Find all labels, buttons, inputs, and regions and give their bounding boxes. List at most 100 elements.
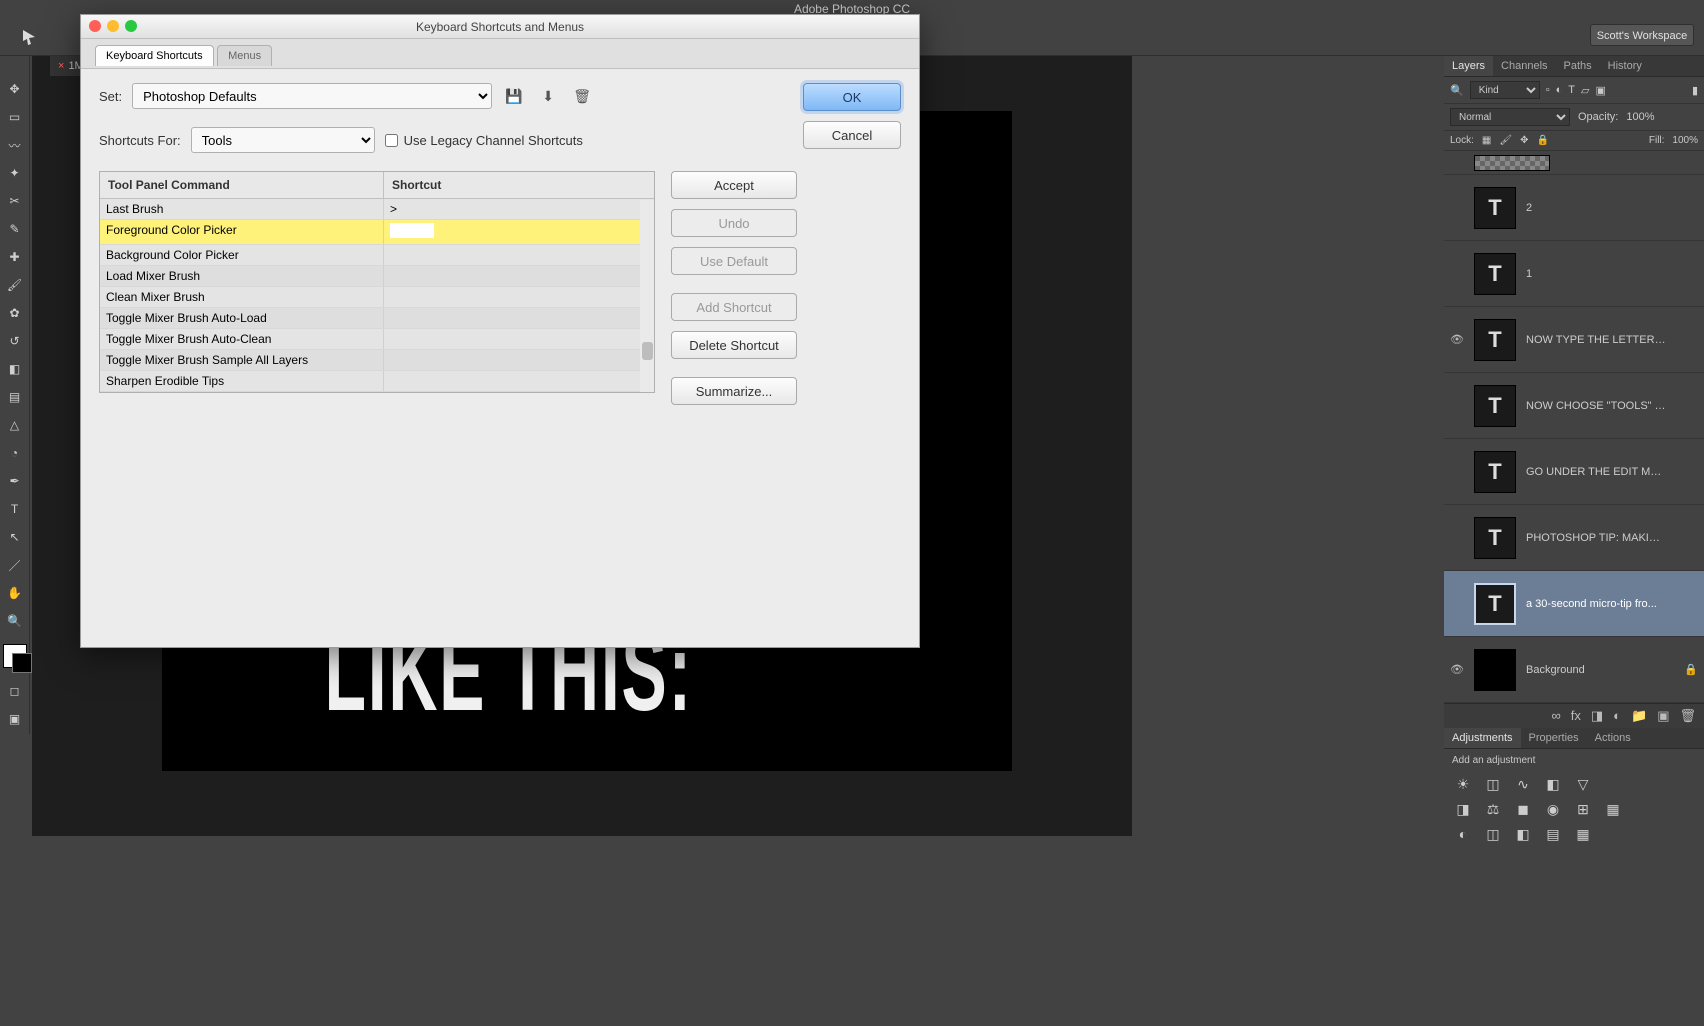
- screenmode-icon[interactable]: ▣: [2, 706, 28, 732]
- delete-shortcut-button[interactable]: Delete Shortcut: [671, 331, 797, 359]
- cancel-button[interactable]: Cancel: [803, 121, 901, 149]
- dodge-tool-icon[interactable]: ◔: [2, 440, 28, 466]
- layer-row[interactable]: 👁Background🔒: [1444, 637, 1704, 703]
- layer-thumbnail[interactable]: T: [1474, 451, 1516, 493]
- tab-channels[interactable]: Channels: [1493, 56, 1555, 76]
- shortcut-cell[interactable]: [384, 308, 640, 328]
- layer-mask-icon[interactable]: ◨: [1591, 708, 1603, 724]
- vibrance-icon[interactable]: ▽: [1574, 776, 1592, 793]
- move-tool-icon[interactable]: ✥: [2, 76, 28, 102]
- color-balance-icon[interactable]: ⚖: [1484, 801, 1502, 818]
- foreground-background-colors[interactable]: [3, 644, 27, 668]
- posterize-icon[interactable]: ◫: [1484, 826, 1502, 843]
- eraser-tool-icon[interactable]: ◧: [2, 356, 28, 382]
- tab-paths[interactable]: Paths: [1556, 56, 1600, 76]
- visibility-toggle-icon[interactable]: [1450, 465, 1464, 479]
- curves-icon[interactable]: ∿: [1514, 776, 1532, 793]
- healing-tool-icon[interactable]: ✚: [2, 244, 28, 270]
- tab-adjustments[interactable]: Adjustments: [1444, 728, 1521, 748]
- brush-tool-icon[interactable]: 🖌: [2, 272, 28, 298]
- visibility-toggle-icon[interactable]: [1450, 399, 1464, 413]
- lock-transparent-icon[interactable]: ▦: [1482, 135, 1491, 146]
- legacy-checkbox[interactable]: Use Legacy Channel Shortcuts: [385, 133, 583, 148]
- zoom-icon[interactable]: [125, 20, 137, 32]
- use-default-button[interactable]: Use Default: [671, 247, 797, 275]
- blur-tool-icon[interactable]: △: [2, 412, 28, 438]
- crop-tool-icon[interactable]: ✂: [2, 188, 28, 214]
- link-layers-icon[interactable]: ∞: [1551, 708, 1560, 724]
- filter-pixel-icon[interactable]: ▫: [1546, 84, 1550, 96]
- channel-mixer-icon[interactable]: ⊞: [1574, 801, 1592, 818]
- shortcut-cell[interactable]: [384, 371, 640, 391]
- tab-keyboard-shortcuts[interactable]: Keyboard Shortcuts: [95, 45, 214, 66]
- photo-filter-icon[interactable]: ◉: [1544, 801, 1562, 818]
- lasso-tool-icon[interactable]: 〰: [2, 132, 28, 158]
- column-command[interactable]: Tool Panel Command: [100, 172, 384, 198]
- eyedropper-tool-icon[interactable]: ✎: [2, 216, 28, 242]
- hue-icon[interactable]: ◨: [1454, 801, 1472, 818]
- tab-history[interactable]: History: [1600, 56, 1650, 76]
- grid-scroll-thumb[interactable]: [642, 342, 653, 360]
- adjustment-layer-icon[interactable]: ◐: [1613, 708, 1621, 724]
- filter-type-icon[interactable]: T: [1568, 84, 1575, 96]
- levels-icon[interactable]: ◫: [1484, 776, 1502, 793]
- shortcut-row[interactable]: Clean Mixer Brush: [100, 287, 654, 308]
- minimize-icon[interactable]: [107, 20, 119, 32]
- search-icon[interactable]: 🔍: [1450, 84, 1464, 97]
- fill-value[interactable]: 100%: [1672, 135, 1698, 146]
- shortcut-row[interactable]: Background Color Picker: [100, 245, 654, 266]
- invert-icon[interactable]: ◐: [1454, 826, 1472, 843]
- layer-row[interactable]: 👁TNOW TYPE THE LETTER "N": [1444, 307, 1704, 373]
- tab-properties[interactable]: Properties: [1521, 728, 1587, 748]
- tab-layers[interactable]: Layers: [1444, 56, 1493, 76]
- shortcut-row[interactable]: Toggle Mixer Brush Sample All Layers: [100, 350, 654, 371]
- visibility-toggle-icon[interactable]: [1450, 201, 1464, 215]
- layer-mask-strip[interactable]: [1444, 151, 1704, 175]
- shortcut-cell[interactable]: >: [384, 199, 640, 219]
- zoom-tool-icon[interactable]: 🔍: [2, 608, 28, 634]
- shortcut-row[interactable]: Last Brush>: [100, 199, 654, 220]
- layer-thumbnail[interactable]: T: [1474, 187, 1516, 229]
- visibility-toggle-icon[interactable]: [1450, 267, 1464, 281]
- layer-name[interactable]: 2: [1526, 202, 1532, 214]
- visibility-toggle-icon[interactable]: 👁: [1450, 333, 1464, 347]
- shortcut-row[interactable]: Toggle Mixer Brush Auto-Clean: [100, 329, 654, 350]
- wand-tool-icon[interactable]: ✦: [2, 160, 28, 186]
- layer-thumbnail[interactable]: [1474, 649, 1516, 691]
- history-brush-tool-icon[interactable]: ↺: [2, 328, 28, 354]
- filter-toggle-icon[interactable]: ▮: [1692, 84, 1698, 97]
- layer-name[interactable]: NOW CHOOSE "TOOLS" TH...: [1526, 400, 1666, 412]
- lock-paint-icon[interactable]: 🖌: [1499, 135, 1512, 146]
- gradient-tool-icon[interactable]: ▤: [2, 384, 28, 410]
- layer-name[interactable]: NOW TYPE THE LETTER "N": [1526, 334, 1666, 346]
- filter-smart-icon[interactable]: ▣: [1595, 84, 1605, 97]
- layer-thumbnail[interactable]: T: [1474, 253, 1516, 295]
- close-icon[interactable]: [89, 20, 101, 32]
- visibility-toggle-icon[interactable]: [1450, 597, 1464, 611]
- lock-position-icon[interactable]: ✥: [1520, 135, 1528, 146]
- summarize-button[interactable]: Summarize...: [671, 377, 797, 405]
- blend-mode-select[interactable]: Normal: [1450, 108, 1570, 126]
- quickmask-icon[interactable]: ◻: [2, 678, 28, 704]
- shortcut-row[interactable]: Sharpen Erodible Tips: [100, 371, 654, 392]
- layer-name[interactable]: PHOTOSHOP TIP: MAKING A...: [1526, 532, 1666, 544]
- tab-menus[interactable]: Menus: [217, 45, 272, 66]
- set-select[interactable]: Photoshop Defaults: [132, 83, 492, 109]
- workspace-switcher[interactable]: Scott's Workspace: [1590, 24, 1694, 46]
- gradient-map-icon[interactable]: ▤: [1544, 826, 1562, 843]
- filter-adjust-icon[interactable]: ◐: [1556, 84, 1563, 96]
- opacity-value[interactable]: 100%: [1626, 111, 1654, 123]
- save-set-icon[interactable]: ⬇: [536, 85, 560, 107]
- layer-row[interactable]: TGO UNDER THE EDIT MENU ...: [1444, 439, 1704, 505]
- layer-thumbnail[interactable]: T: [1474, 517, 1516, 559]
- grid-scrollbar[interactable]: [640, 200, 654, 392]
- color-lookup-icon[interactable]: ▦: [1604, 801, 1622, 818]
- brightness-icon[interactable]: ☀: [1454, 776, 1472, 793]
- layer-row[interactable]: T2: [1444, 175, 1704, 241]
- marquee-tool-icon[interactable]: ▭: [2, 104, 28, 130]
- layer-thumbnail[interactable]: T: [1474, 385, 1516, 427]
- tab-actions[interactable]: Actions: [1587, 728, 1639, 748]
- add-shortcut-button[interactable]: Add Shortcut: [671, 293, 797, 321]
- shortcut-cell[interactable]: [384, 329, 640, 349]
- layer-row[interactable]: T PHOTOSHOP TIP: MAKING A...: [1444, 505, 1704, 571]
